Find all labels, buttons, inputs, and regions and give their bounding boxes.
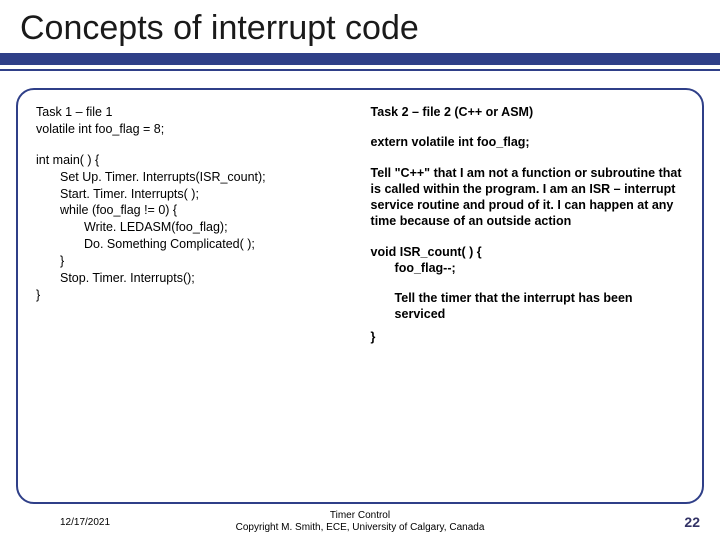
title-divider-thin: [0, 69, 720, 71]
task1-heading: Task 1 – file 1: [36, 104, 341, 121]
code-line: }: [36, 253, 341, 270]
columns: Task 1 – file 1 volatile int foo_flag = …: [36, 104, 684, 494]
code-line: }: [371, 329, 684, 345]
code-line: Set Up. Timer. Interrupts(ISR_count);: [36, 169, 341, 186]
code-line: Write. LEDASM(foo_flag);: [36, 219, 341, 236]
code-line: int main( ) {: [36, 152, 341, 169]
title-divider-thick: [0, 53, 720, 65]
task1-decl: volatile int foo_flag = 8;: [36, 121, 341, 138]
code-line: void ISR_count( ) {: [371, 244, 684, 260]
slide-title: Concepts of interrupt code: [0, 0, 720, 53]
explanation-1: Tell "C++" that I am not a function or s…: [371, 165, 684, 230]
code-line: }: [36, 287, 341, 304]
code-block-left: int main( ) { Set Up. Timer. Interrupts(…: [36, 152, 341, 304]
code-line: Do. Something Complicated( );: [36, 236, 341, 253]
left-column: Task 1 – file 1 volatile int foo_flag = …: [36, 104, 341, 494]
isr-block: void ISR_count( ) { foo_flag--;: [371, 244, 684, 277]
code-line: Stop. Timer. Interrupts();: [36, 270, 341, 287]
slide: Concepts of interrupt code Task 1 – file…: [0, 0, 720, 540]
footer-page-number: 22: [684, 514, 700, 530]
footer: 12/17/2021 Timer Control Copyright M. Sm…: [0, 510, 720, 534]
footer-date: 12/17/2021: [60, 517, 110, 528]
left-header: Task 1 – file 1 volatile int foo_flag = …: [36, 104, 341, 138]
code-line: Start. Timer. Interrupts( );: [36, 186, 341, 203]
code-line: foo_flag--;: [371, 260, 684, 276]
code-line: while (foo_flag != 0) {: [36, 202, 341, 219]
explanation-2: Tell the timer that the interrupt has be…: [371, 290, 684, 323]
content-frame: Task 1 – file 1 volatile int foo_flag = …: [16, 88, 704, 504]
extern-decl: extern volatile int foo_flag;: [371, 134, 684, 150]
right-column: Task 2 – file 2 (C++ or ASM) extern vola…: [371, 104, 684, 494]
task2-heading: Task 2 – file 2 (C++ or ASM): [371, 104, 684, 120]
